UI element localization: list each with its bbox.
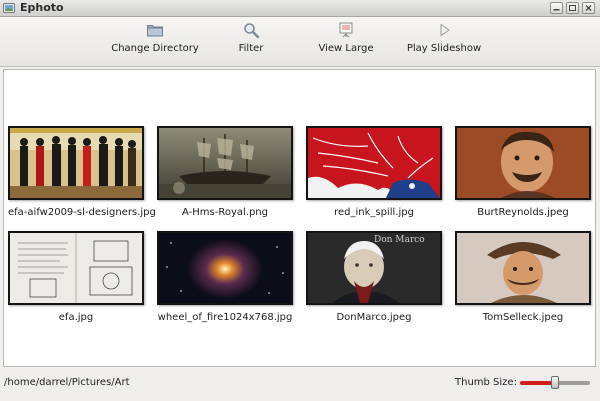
thumbnail-filename: BurtReynolds.jpeg: [477, 207, 569, 218]
thumbnail-item[interactable]: efa-aifw2009-sl-designers.jpg: [8, 126, 156, 218]
minimize-button[interactable]: [550, 2, 563, 14]
status-bar: /home/darrel/Pictures/Art Thumb Size:: [0, 368, 600, 401]
thumbnail-filename: efa-aifw2009-sl-designers.jpg: [8, 207, 156, 218]
play-slideshow-button[interactable]: Play Slideshow: [389, 21, 499, 63]
thumbnail-item[interactable]: red_ink_spill.jpg: [306, 126, 442, 218]
current-directory-path: /home/darrel/Pictures/Art: [4, 377, 130, 388]
thumbnail-image[interactable]: [455, 231, 591, 305]
thumbnail-image[interactable]: [8, 231, 144, 305]
app-icon: [3, 3, 15, 13]
toolbar: Change Directory Filter View Large Play …: [0, 17, 600, 67]
minimize-icon: [553, 9, 560, 11]
ephoto-window: Ephoto Change Directory Filter View Larg…: [0, 0, 600, 401]
view-large-label: View Large: [318, 43, 374, 54]
play-slideshow-label: Play Slideshow: [406, 43, 482, 54]
thumb-size-slider-handle[interactable]: [551, 376, 559, 389]
thumbnail-item[interactable]: TomSelleck.jpeg: [455, 231, 591, 323]
view-large-button[interactable]: View Large: [291, 21, 401, 63]
thumbnail-item[interactable]: BurtReynolds.jpeg: [455, 126, 591, 218]
thumbnail-filename: A-Hms-Royal.png: [182, 207, 268, 218]
thumbnail-item[interactable]: efa.jpg: [8, 231, 144, 323]
thumbnail-image[interactable]: [455, 126, 591, 200]
thumbnail-item[interactable]: Don Marco DonMarco.jpeg: [306, 231, 442, 323]
thumbnail-filename: efa.jpg: [58, 312, 94, 323]
thumbnail-image[interactable]: Don Marco: [306, 231, 442, 305]
thumbnail-filename: wheel_of_fire1024x768.jpg: [157, 312, 293, 323]
thumbnail-image[interactable]: [157, 231, 293, 305]
title-bar[interactable]: Ephoto: [0, 0, 600, 17]
thumbnail-image[interactable]: [8, 126, 144, 200]
thumb-size-slider[interactable]: [520, 376, 590, 389]
change-directory-label: Change Directory: [111, 43, 199, 54]
maximize-icon: [569, 5, 576, 11]
thumbnail-caption: Don Marco: [374, 235, 425, 245]
thumbnail-item[interactable]: wheel_of_fire1024x768.jpg: [157, 231, 293, 323]
close-icon: [585, 5, 592, 11]
thumbnail-image[interactable]: [157, 126, 293, 200]
filter-button[interactable]: Filter: [196, 21, 306, 63]
thumbnail-filename: DonMarco.jpeg: [336, 312, 412, 323]
presentation-icon: [339, 22, 353, 38]
maximize-button[interactable]: [566, 2, 579, 14]
close-button[interactable]: [582, 2, 595, 14]
thumb-size-label: Thumb Size:: [455, 377, 517, 388]
thumbnail-filename: red_ink_spill.jpg: [334, 207, 414, 218]
play-icon: [440, 23, 450, 37]
thumbnail-filename: TomSelleck.jpeg: [482, 312, 564, 323]
filter-label: Filter: [238, 43, 264, 54]
change-directory-button[interactable]: Change Directory: [100, 21, 210, 63]
magnifier-icon: [244, 23, 260, 39]
folder-icon: [147, 25, 163, 37]
thumb-size-slider-fill: [520, 381, 555, 385]
thumbnail-item[interactable]: A-Hms-Royal.png: [157, 126, 293, 218]
window-title: Ephoto: [20, 1, 64, 14]
thumbnail-area[interactable]: efa-aifw2009-sl-designers.jpg A-Hms-Roya…: [3, 69, 596, 367]
thumbnail-image[interactable]: [306, 126, 442, 200]
